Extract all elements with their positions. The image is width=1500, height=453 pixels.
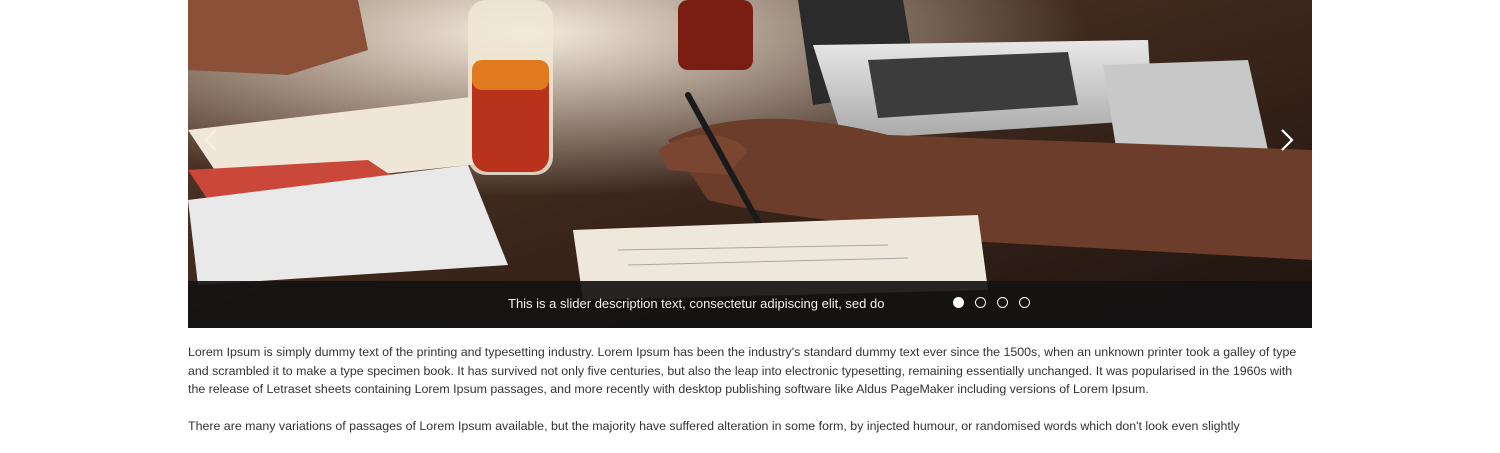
paragraph-1: Lorem Ipsum is simply dummy text of the … — [188, 345, 1297, 396]
slider-caption-bar: This is a slider description text, conse… — [188, 281, 1312, 328]
image-slider[interactable]: This is a slider description text, conse… — [188, 0, 1312, 328]
article-body: Lorem Ipsum is simply dummy text of the … — [188, 343, 1312, 453]
slider-dot-4[interactable] — [1019, 297, 1030, 308]
slider-pagination — [953, 297, 1033, 308]
slider-dot-2[interactable] — [975, 297, 986, 308]
slider-next-button[interactable] — [1272, 120, 1302, 160]
chevron-left-icon — [204, 129, 217, 151]
slider-dot-3[interactable] — [997, 297, 1008, 308]
slider-prev-button[interactable] — [196, 120, 226, 160]
slide-photo — [188, 0, 1312, 328]
slider-dot-1[interactable] — [953, 297, 964, 308]
slider-caption: This is a slider description text, conse… — [508, 296, 885, 311]
chevron-right-icon — [1281, 129, 1294, 151]
paragraph-2: There are many variations of passages of… — [188, 418, 1240, 433]
